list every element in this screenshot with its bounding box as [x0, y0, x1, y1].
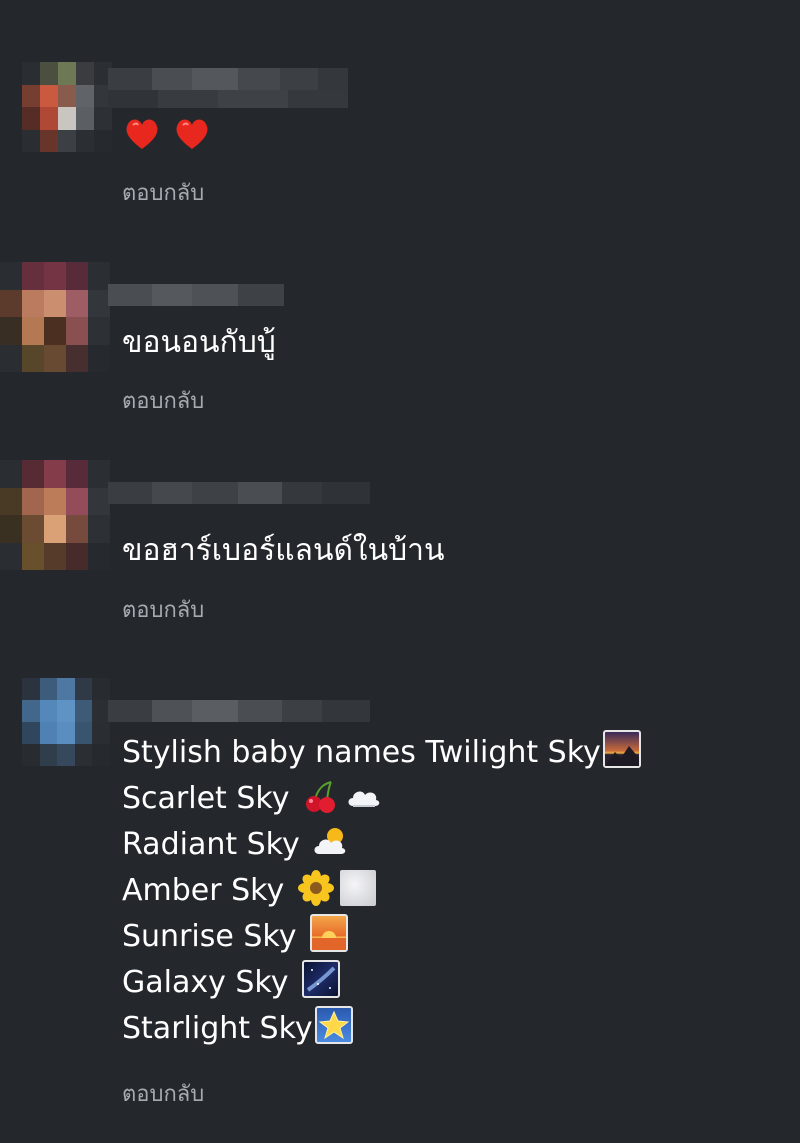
comment-line: Stylish baby names Twilight Sky — [122, 730, 643, 776]
comment-text — [122, 110, 212, 156]
sun-behind-cloud-icon — [314, 828, 346, 854]
comment-line: Radiant Sky — [122, 822, 643, 868]
author-name-blurred[interactable] — [108, 700, 370, 722]
line-text: Sunrise Sky — [122, 919, 306, 954]
cherries-icon — [305, 781, 335, 813]
line-text: Radiant Sky — [122, 827, 310, 862]
red-heart-icon — [126, 119, 158, 149]
avatar[interactable] — [0, 460, 110, 570]
milky-way-icon — [302, 960, 341, 998]
reply-button[interactable]: ตอบกลับ — [122, 1076, 204, 1111]
reply-button[interactable]: ตอบกลับ — [122, 175, 204, 210]
comment-text: ขอฮาร์เบอร์แลนด์ในบ้าน — [122, 533, 445, 568]
comment-line: Amber Sky — [122, 868, 643, 914]
comment-text: Stylish baby names Twilight Sky Scarlet … — [122, 730, 643, 1052]
comment-line: Galaxy Sky — [122, 960, 643, 1006]
comment-line: Scarlet Sky — [122, 776, 643, 822]
avatar[interactable] — [22, 678, 110, 766]
reply-button[interactable]: ตอบกลับ — [122, 383, 204, 418]
author-name-blurred[interactable] — [108, 68, 348, 90]
line-text: Amber Sky — [122, 873, 294, 908]
comment-thread: ตอบกลับ ขอนอนกับบู้ ตอบกลับ ขอฮาร์เบอร์แ… — [0, 0, 800, 1143]
blossom-icon — [297, 870, 334, 906]
sunrise-icon — [310, 914, 348, 952]
sunrise-over-mountains-icon — [602, 730, 641, 768]
comment-line: Sunrise Sky — [122, 914, 643, 960]
author-meta-blurred — [108, 90, 348, 108]
cloud-icon — [348, 791, 380, 807]
avatar[interactable] — [22, 62, 112, 152]
avatar[interactable] — [0, 262, 110, 372]
line-text: Scarlet Sky — [122, 781, 299, 816]
author-name-blurred[interactable] — [108, 482, 370, 504]
comment-text: ขอนอนกับบู้ — [122, 325, 276, 360]
white-square-icon — [339, 870, 376, 906]
author-name-blurred[interactable] — [108, 284, 284, 306]
glowing-star-icon — [314, 1006, 353, 1044]
line-text: Stylish baby names Twilight Sky — [122, 735, 601, 770]
comment-line: Starlight Sky — [122, 1006, 643, 1052]
line-text: Starlight Sky — [122, 1011, 313, 1046]
line-text: Galaxy Sky — [122, 965, 299, 1000]
red-heart-icon — [176, 119, 208, 149]
reply-button[interactable]: ตอบกลับ — [122, 592, 204, 627]
